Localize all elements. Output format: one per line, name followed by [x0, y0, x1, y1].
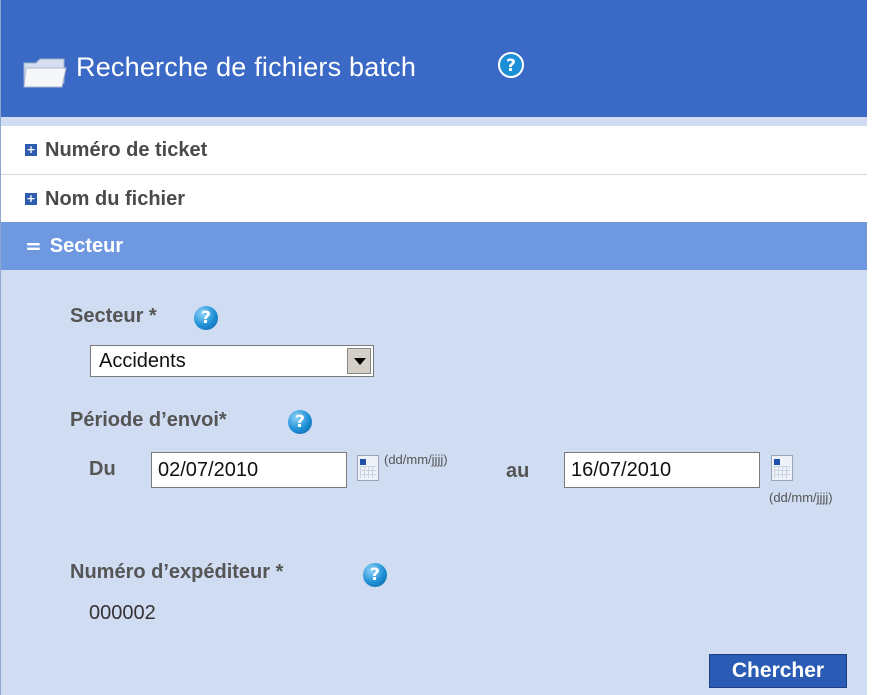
du-label: Du [89, 458, 116, 480]
section-label: Secteur [49, 234, 124, 257]
section-numero-ticket[interactable]: + Numéro de ticket [1, 126, 867, 175]
search-panel: Recherche de fichiers batch ? + Numéro d… [0, 0, 867, 695]
calendar-icon[interactable] [357, 455, 379, 481]
section-nom-fichier[interactable]: + Nom du fichier [1, 175, 867, 224]
date-from-input[interactable]: 02/07/2010 [151, 452, 347, 488]
panel-header: Recherche de fichiers batch ? [1, 0, 867, 117]
expand-icon[interactable]: + [25, 144, 37, 156]
section-secteur[interactable]: = Secteur [1, 222, 867, 270]
periode-label: Période d’envoi* [70, 409, 227, 431]
collapse-icon[interactable]: = [25, 234, 42, 258]
help-icon[interactable]: ? [288, 410, 312, 434]
help-icon[interactable]: ? [363, 563, 387, 587]
page-title: Recherche de fichiers batch [76, 52, 417, 82]
section-label: Numéro de ticket [45, 138, 208, 161]
secteur-select[interactable]: Accidents [90, 345, 374, 377]
au-label: au [506, 460, 530, 482]
calendar-icon[interactable] [771, 455, 793, 481]
expediteur-label: Numéro d’expéditeur * [70, 561, 284, 583]
section-label: Nom du fichier [45, 187, 186, 210]
expediteur-value: 000002 [89, 602, 156, 624]
secteur-label: Secteur * [70, 305, 157, 327]
chevron-down-icon[interactable] [347, 348, 371, 374]
folder-icon [23, 58, 67, 88]
date-to-input[interactable]: 16/07/2010 [564, 452, 760, 488]
help-icon[interactable]: ? [498, 52, 524, 78]
secteur-selected-value: Accidents [99, 350, 186, 372]
expand-icon[interactable]: + [25, 193, 37, 205]
date-format-hint: (dd/mm/jjjj) [769, 490, 833, 505]
date-format-hint: (dd/mm/jjjj) [384, 452, 448, 467]
help-icon[interactable]: ? [194, 306, 218, 330]
svg-text:?: ? [506, 56, 516, 76]
search-button[interactable]: Chercher [709, 654, 847, 688]
